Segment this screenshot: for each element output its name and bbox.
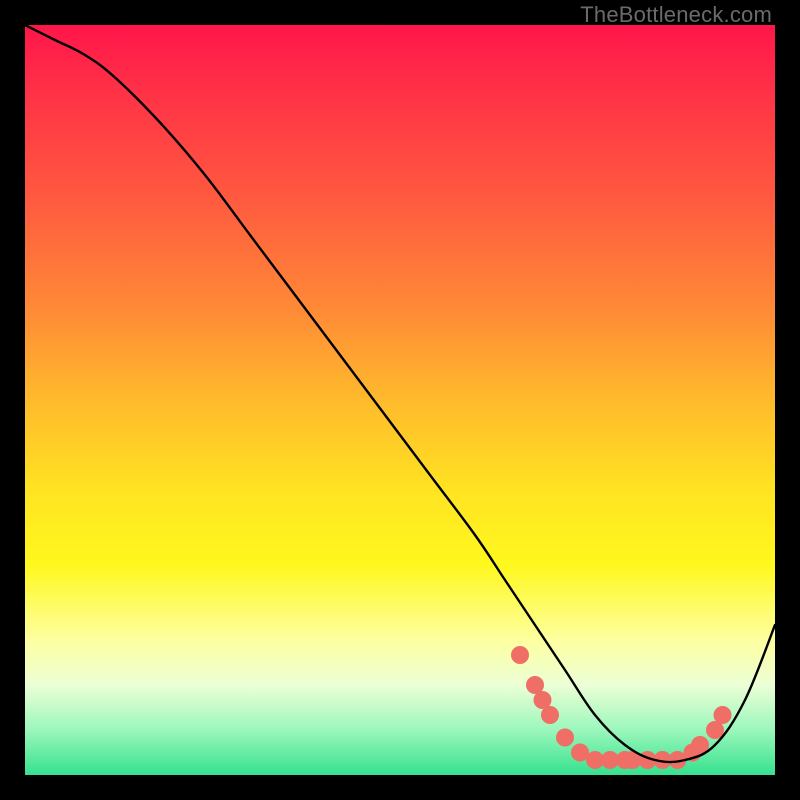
plot-area: [25, 25, 775, 775]
bottleneck-curve: [25, 25, 775, 762]
watermark-text: TheBottleneck.com: [580, 2, 772, 28]
marker-dot: [541, 706, 559, 724]
marker-group: [511, 646, 732, 769]
marker-dot: [714, 706, 732, 724]
marker-dot: [556, 729, 574, 747]
curve-layer: [25, 25, 775, 775]
marker-dot: [511, 646, 529, 664]
chart-frame: TheBottleneck.com: [0, 0, 800, 800]
